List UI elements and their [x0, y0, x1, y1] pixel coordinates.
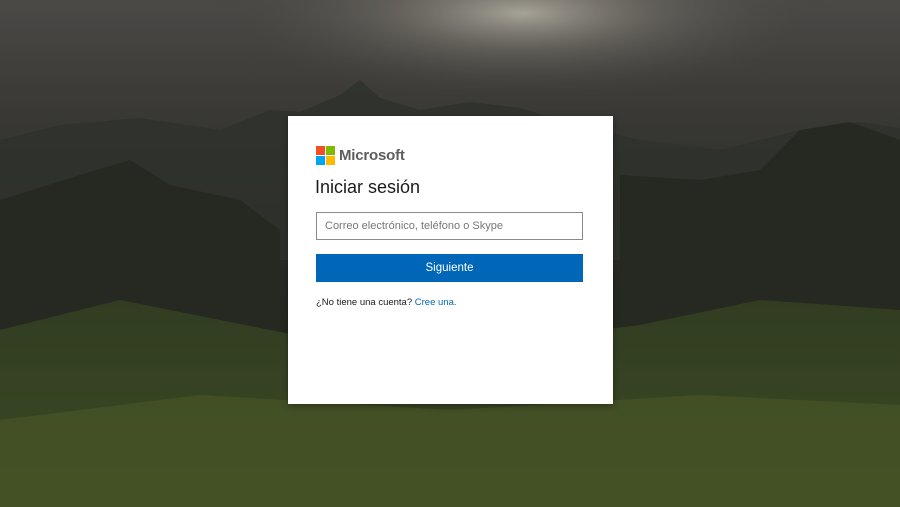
signup-row: ¿No tiene una cuenta? Cree una.: [316, 297, 457, 308]
microsoft-logo-icon: [316, 145, 335, 165]
microsoft-brand: Microsoft: [316, 145, 405, 165]
brand-name: Microsoft: [339, 146, 405, 164]
signin-card: Microsoft Iniciar sesión Siguiente ¿No t…: [288, 116, 613, 404]
create-account-link[interactable]: Cree una.: [415, 297, 457, 308]
logo-square-blue: [316, 155, 325, 165]
no-account-text: ¿No tiene una cuenta?: [316, 297, 413, 308]
logo-square-yellow: [326, 155, 335, 165]
logo-square-red: [316, 145, 325, 155]
page-title: Iniciar sesión: [315, 177, 421, 197]
logo-square-green: [326, 145, 335, 155]
email-field[interactable]: [316, 212, 583, 240]
next-button[interactable]: Siguiente: [316, 254, 583, 282]
